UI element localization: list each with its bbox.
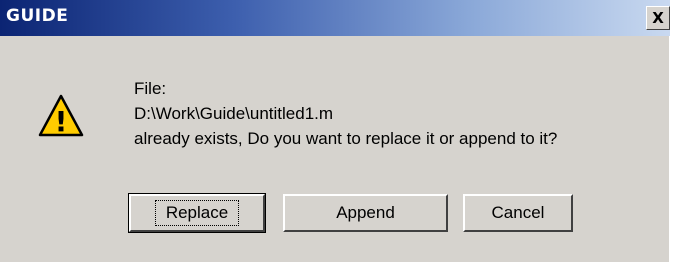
cancel-button-label: Cancel [491, 203, 545, 222]
replace-button[interactable]: Replace [128, 193, 266, 233]
title-bar[interactable]: GUIDE X [0, 0, 670, 36]
dialog-window: GUIDE X ! File: D:\Work\Guide\untitled1.… [0, 0, 670, 262]
window-title: GUIDE [6, 6, 69, 26]
close-icon: X [652, 9, 664, 27]
message-text: File: D:\Work\Guide\untitled1.m already … [134, 76, 557, 151]
warning-icon: ! [38, 94, 84, 138]
append-button-label: Append [336, 203, 395, 222]
replace-button-label: Replace [154, 200, 240, 226]
message-line-file-path: D:\Work\Guide\untitled1.m [134, 104, 334, 123]
message-line-question: already exists, Do you want to replace i… [134, 129, 558, 148]
close-button[interactable]: X [646, 6, 670, 30]
warning-glyph: ! [55, 105, 68, 138]
append-button[interactable]: Append [283, 194, 448, 232]
message-line-file-label: File: [134, 79, 167, 98]
cancel-button[interactable]: Cancel [463, 194, 573, 232]
